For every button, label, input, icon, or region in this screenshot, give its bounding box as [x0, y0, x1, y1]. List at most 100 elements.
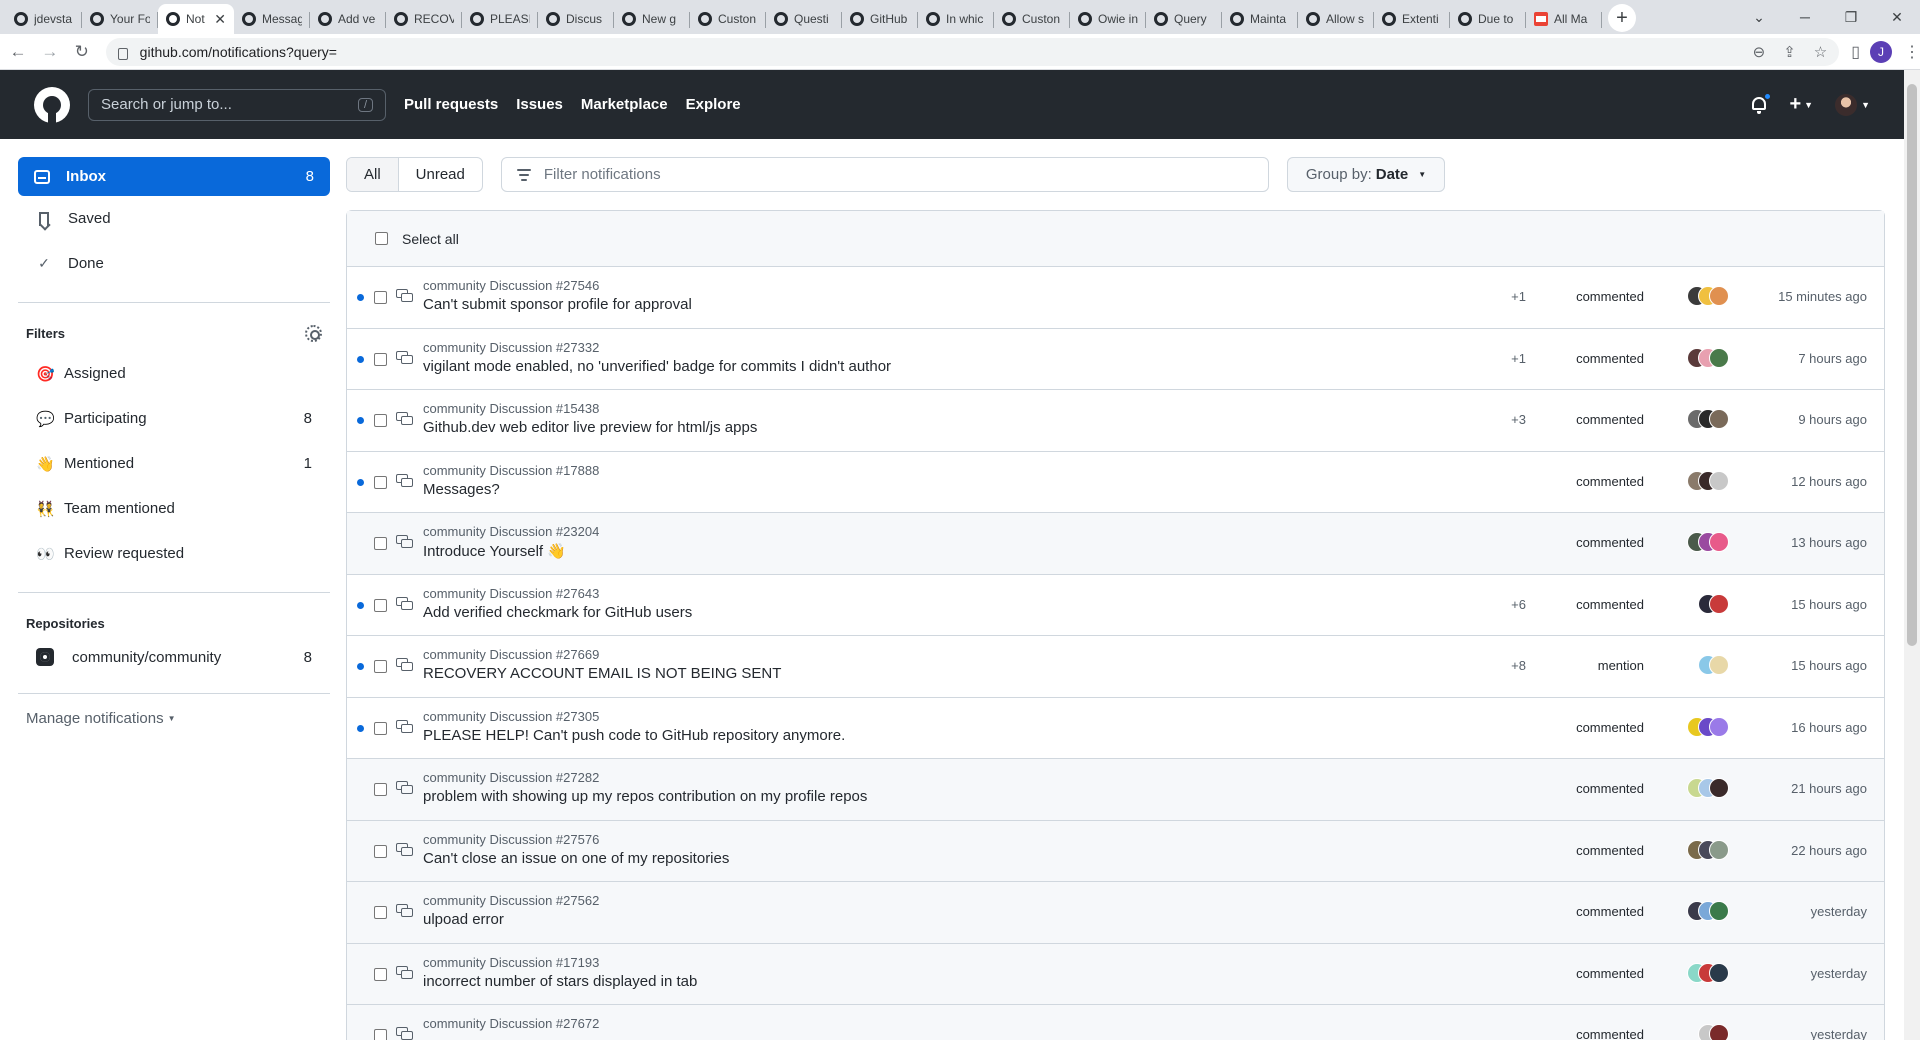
back-button[interactable]: ←: [4, 38, 32, 66]
browser-profile-avatar[interactable]: J: [1870, 40, 1892, 63]
row-checkbox[interactable]: [374, 598, 387, 612]
row-checkbox[interactable]: [374, 537, 387, 550]
browser-tab[interactable]: Add ve: [310, 4, 386, 34]
tab-search-icon[interactable]: ⌄: [1736, 0, 1782, 34]
notification-row[interactable]: community Discussion #15438 Github.dev we…: [347, 390, 1884, 452]
tab-unread[interactable]: Unread: [399, 158, 482, 191]
address-bar[interactable]: github.com/notifications?query= ⊖ ⇪ ☆: [105, 37, 1840, 66]
restore-button[interactable]: ❐: [1828, 0, 1874, 34]
sidebar-item-team-mentioned[interactable]: 👯 Team mentioned: [18, 486, 330, 531]
select-all-checkbox[interactable]: [375, 232, 388, 245]
close-tab-icon[interactable]: ✕: [214, 11, 226, 28]
row-checkbox[interactable]: [374, 967, 387, 981]
notification-row[interactable]: community Discussion #23204 Introduce You…: [347, 513, 1884, 575]
bookmark-star-icon[interactable]: ☆: [1814, 43, 1827, 61]
notification-title[interactable]: incorrect number of stars displayed in t…: [423, 973, 697, 990]
notification-title[interactable]: vigilant mode enabled, no 'unverified' b…: [423, 358, 891, 375]
notification-title[interactable]: Add verified checkmark for GitHub users: [423, 604, 692, 621]
row-checkbox[interactable]: [374, 291, 387, 304]
browser-tab[interactable]: Extenti: [1374, 4, 1450, 34]
browser-tab[interactable]: jdevsta: [6, 4, 82, 34]
notification-title[interactable]: Messages?: [423, 481, 599, 498]
close-window-button[interactable]: ✕: [1874, 0, 1920, 34]
notification-title[interactable]: RECOVERY ACCOUNT EMAIL IS NOT BEING SENT: [423, 665, 781, 682]
row-checkbox[interactable]: [374, 1029, 387, 1040]
browser-tab[interactable]: GitHub: [842, 4, 918, 34]
row-checkbox[interactable]: [374, 352, 387, 366]
browser-tab[interactable]: Due to: [1450, 4, 1526, 34]
notification-title[interactable]: ulpoad error: [423, 911, 599, 928]
zoom-icon[interactable]: ⊖: [1753, 43, 1766, 61]
browser-tab[interactable]: Custon: [994, 4, 1070, 34]
create-new-button[interactable]: + ▼: [1789, 93, 1813, 116]
nav-marketplace[interactable]: Marketplace: [581, 96, 668, 113]
notification-row[interactable]: community Discussion #27546 Can't submit …: [347, 267, 1884, 329]
nav-pull-requests[interactable]: Pull requests: [404, 96, 498, 113]
row-checkbox[interactable]: [374, 906, 387, 919]
nav-explore[interactable]: Explore: [686, 96, 741, 113]
browser-tab[interactable]: Owie in: [1070, 4, 1146, 34]
notification-row[interactable]: community Discussion #17193 incorrect num…: [347, 943, 1884, 1005]
row-checkbox[interactable]: [374, 783, 387, 796]
reload-button[interactable]: ↻: [68, 38, 96, 66]
minimize-button[interactable]: ─: [1782, 0, 1828, 34]
browser-tab[interactable]: Query: [1146, 4, 1222, 34]
notification-row[interactable]: community Discussion #27672 commented yest…: [347, 1005, 1884, 1040]
notification-title[interactable]: Introduce Yourself 👋: [423, 542, 599, 560]
scrollbar-thumb[interactable]: [1907, 84, 1917, 646]
notification-row[interactable]: community Discussion #27332 vigilant mode…: [347, 328, 1884, 390]
notification-title[interactable]: Can't submit sponsor profile for approva…: [423, 296, 692, 313]
browser-tab[interactable]: Custon: [690, 4, 766, 34]
browser-tab[interactable]: RECOV: [386, 4, 462, 34]
row-checkbox[interactable]: [374, 721, 387, 735]
search-input[interactable]: Search or jump to... /: [88, 88, 386, 121]
browser-tab[interactable]: In whic: [918, 4, 994, 34]
notification-row[interactable]: community Discussion #27562 ulpoad error c…: [347, 882, 1884, 944]
gear-icon[interactable]: [305, 324, 322, 342]
sidepanel-icon[interactable]: ▯: [1851, 42, 1860, 62]
forward-button[interactable]: →: [36, 38, 64, 66]
browser-tab[interactable]: All Ma: [1526, 4, 1602, 34]
sidebar-item-done[interactable]: ✓ Done: [18, 241, 330, 286]
notification-row[interactable]: community Discussion #27643 Add verified …: [347, 574, 1884, 636]
tab-all[interactable]: All: [347, 158, 399, 191]
share-icon[interactable]: ⇪: [1783, 43, 1796, 61]
row-checkbox[interactable]: [374, 414, 387, 427]
filter-notifications-input[interactable]: Filter notifications: [500, 157, 1269, 192]
row-checkbox[interactable]: [374, 475, 387, 489]
sidebar-item-review-requested[interactable]: 👀 Review requested: [18, 531, 330, 576]
browser-tab[interactable]: New g: [614, 4, 690, 34]
notification-row[interactable]: community Discussion #27305 PLEASE HELP! …: [347, 697, 1884, 759]
notifications-bell-icon[interactable]: [1751, 91, 1773, 114]
sidebar-item-inbox[interactable]: Inbox 8: [18, 157, 330, 196]
sidebar-item-repo[interactable]: community/community 8: [18, 637, 330, 677]
row-checkbox[interactable]: [374, 844, 387, 858]
manage-notifications-menu[interactable]: Manage notifications ▼: [18, 710, 330, 727]
sidebar-item-mentioned[interactable]: 👋 Mentioned 1: [18, 441, 330, 486]
github-logo-icon[interactable]: [34, 86, 70, 123]
browser-tab[interactable]: PLEASE: [462, 4, 538, 34]
page-scrollbar[interactable]: [1904, 70, 1920, 1040]
browser-tab[interactable]: Your Fo: [82, 4, 158, 34]
notification-title[interactable]: problem with showing up my repos contrib…: [423, 788, 867, 805]
notification-row[interactable]: community Discussion #27282 problem with …: [347, 759, 1884, 821]
browser-tab[interactable]: Discus: [538, 4, 614, 34]
sidebar-item-saved[interactable]: Saved: [18, 196, 330, 241]
notification-title[interactable]: PLEASE HELP! Can't push code to GitHub r…: [423, 727, 845, 744]
browser-tab[interactable]: Questi: [766, 4, 842, 34]
nav-issues[interactable]: Issues: [516, 96, 563, 113]
notification-title[interactable]: Github.dev web editor live preview for h…: [423, 419, 757, 436]
row-checkbox[interactable]: [374, 660, 387, 673]
notification-row[interactable]: community Discussion #17888 Messages? comm…: [347, 451, 1884, 513]
sidebar-item-participating[interactable]: 💬 Participating 8: [18, 396, 330, 441]
browser-tab[interactable]: Allow s: [1298, 4, 1374, 34]
new-tab-button[interactable]: +: [1608, 4, 1636, 32]
group-by-dropdown[interactable]: Group by: Date ▼: [1286, 157, 1446, 192]
user-menu[interactable]: ▼: [1835, 93, 1870, 116]
notification-title[interactable]: Can't close an issue on one of my reposi…: [423, 850, 729, 867]
browser-tab[interactable]: Mainta: [1222, 4, 1298, 34]
sidebar-item-assigned[interactable]: 🎯 Assigned: [18, 351, 330, 396]
browser-menu-icon[interactable]: ⋮: [1904, 42, 1920, 62]
notification-row[interactable]: community Discussion #27669 RECOVERY ACCO…: [347, 636, 1884, 698]
notification-row[interactable]: community Discussion #27576 Can't close a…: [347, 820, 1884, 882]
